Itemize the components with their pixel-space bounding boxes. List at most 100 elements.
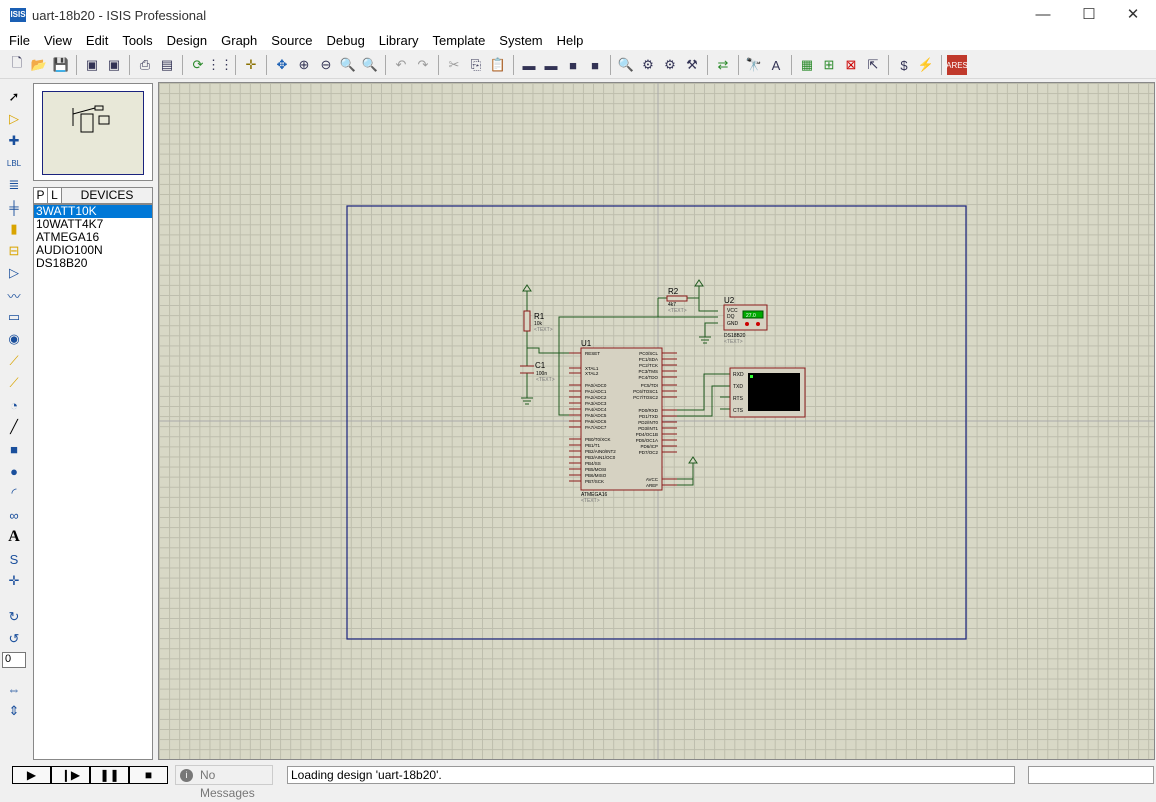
subcircuit-icon[interactable]: ▮ [2,218,26,240]
grid-toggle-icon[interactable]: ⋮⋮ [207,55,233,75]
path-icon[interactable]: ∞ [2,504,26,526]
import-section-icon[interactable]: ▣ [82,55,102,75]
menu-design[interactable]: Design [160,33,214,48]
new-sheet-icon[interactable]: ▦ [797,55,817,75]
text-icon[interactable]: A [2,526,26,548]
u1-pin-label: PA3/ADC3 [585,401,607,406]
u1-pin-label: PD3/INT1 [638,426,658,431]
minimize-button[interactable]: — [1020,0,1066,30]
wire-autorouter-icon[interactable]: ⇄ [713,55,733,75]
menu-tools[interactable]: Tools [115,33,159,48]
print-area-icon[interactable]: ▤ [157,55,177,75]
play-button[interactable]: ▶ [12,766,51,784]
u2-up-button[interactable] [756,322,760,326]
menu-graph[interactable]: Graph [214,33,264,48]
rotate-clockwise-icon[interactable]: ↻ [2,606,26,628]
zoom-in-icon[interactable]: ⊕ [294,55,314,75]
open-folder-icon[interactable]: 📂 [29,55,49,75]
block-rotate-icon[interactable]: ■ [563,55,583,75]
tape-recorder-icon[interactable]: ▭ [2,306,26,328]
block-copy-icon[interactable]: ▬ [519,55,539,75]
box-icon[interactable]: ■ [2,438,26,460]
menu-debug[interactable]: Debug [319,33,371,48]
menu-template[interactable]: Template [426,33,493,48]
rotate-anticlockwise-icon[interactable]: ↺ [2,628,26,650]
close-button[interactable]: ✕ [1110,0,1156,30]
decompose-icon[interactable]: ⚒ [682,55,702,75]
library-manager-button[interactable]: L [48,188,62,203]
junction-icon[interactable]: ✚ [2,130,26,152]
device-pins-icon[interactable]: ▷ [2,262,26,284]
stop-button[interactable]: ■ [129,766,168,784]
text-script-icon[interactable]: ≣ [2,174,26,196]
block-delete-icon[interactable]: ■ [585,55,605,75]
graph-icon[interactable]: 〰 [2,284,26,306]
search-tag-icon[interactable]: 🔭 [744,55,764,75]
bus-icon[interactable]: ╪ [2,196,26,218]
package-tool-icon[interactable]: ⚙ [660,55,680,75]
redo-icon[interactable]: ↷ [413,55,433,75]
undo-icon[interactable]: ↶ [391,55,411,75]
selection-mode-icon[interactable]: ➚ [2,86,26,108]
remove-sheet-icon[interactable]: ⊠ [841,55,861,75]
electrical-check-icon[interactable]: ⚡ [916,55,936,75]
line-icon[interactable]: ╱ [2,416,26,438]
terminals-icon[interactable]: ⊟ [2,240,26,262]
circle-icon[interactable]: ● [2,460,26,482]
export-section-icon[interactable]: ▣ [104,55,124,75]
c1-text: <TEXT> [536,377,555,383]
make-device-icon[interactable]: ⚙ [638,55,658,75]
voltage-probe-icon[interactable]: ⟋ [2,350,26,372]
step-button[interactable]: ❙▶ [51,766,90,784]
zoom-out-icon[interactable]: ⊖ [316,55,336,75]
messages-indicator[interactable]: i No Messages [175,765,273,800]
virtual-instruments-icon[interactable]: ◔ [2,394,26,416]
copy-icon[interactable]: ⎘ [466,55,486,75]
generator-icon[interactable]: ◉ [2,328,26,350]
u2-down-button[interactable] [745,322,749,326]
schematic-canvas[interactable]: R1 10k <TEXT> C1 100n <TEXT> R2 4k7 <TEX… [158,82,1155,760]
symbol-icon[interactable]: S [2,548,26,570]
origin-icon[interactable]: ✛ [241,55,261,75]
pan-icon[interactable]: ✥ [272,55,292,75]
menu-help[interactable]: Help [550,33,591,48]
mirror-vertical-icon[interactable]: ⇕ [2,700,26,722]
arc-icon[interactable]: ◜ [2,482,26,504]
add-sheet-icon[interactable]: ⊞ [819,55,839,75]
menu-file[interactable]: File [2,33,37,48]
ares-netlist-icon[interactable]: ARES [946,55,968,75]
menu-view[interactable]: View [37,33,79,48]
zoom-all-icon[interactable]: 🔍 [338,55,358,75]
property-assignment-icon[interactable]: A [766,55,786,75]
menu-source[interactable]: Source [264,33,319,48]
u1-text: <TEXT> [581,498,600,504]
block-move-icon[interactable]: ▬ [541,55,561,75]
overview-window[interactable] [33,83,153,181]
mirror-horizontal-icon[interactable]: ⇔ [2,678,26,700]
menu-system[interactable]: System [492,33,549,48]
mode-toolbar: ➚ ▷ ✚ LBL ≣ ╪ ▮ ⊟ ▷ 〰 ▭ ◉ ⟋ ⟋ ◔ ╱ ■ ● ◜ … [0,86,28,758]
print-icon[interactable]: ⎙ [135,55,155,75]
device-item[interactable]: DS18B20 [34,257,152,270]
wire-label-icon[interactable]: LBL [2,152,26,174]
pick-device-button[interactable]: P [34,188,48,203]
save-icon[interactable]: 💾 [51,55,71,75]
rotation-angle-input[interactable]: 0 [2,652,26,668]
goto-child-icon[interactable]: ⇱ [863,55,883,75]
pick-device-icon[interactable]: 🔍 [616,55,636,75]
paste-icon[interactable]: 📋 [488,55,508,75]
menu-edit[interactable]: Edit [79,33,115,48]
bill-of-materials-icon[interactable]: $ [894,55,914,75]
u2-pin: DQ [727,314,735,320]
refresh-icon[interactable]: ⟳ [188,55,208,75]
pause-button[interactable]: ❚❚ [90,766,129,784]
maximize-button[interactable]: ☐ [1066,0,1112,30]
component-mode-icon[interactable]: ▷ [2,108,26,130]
overview-sheet [42,91,144,175]
new-file-icon[interactable]: 🗋 [7,55,27,75]
zoom-area-icon[interactable]: 🔍 [360,55,380,75]
marker-icon[interactable]: ✛ [2,570,26,592]
cut-icon[interactable]: ✂ [444,55,464,75]
menu-library[interactable]: Library [372,33,426,48]
current-probe-icon[interactable]: ⟋ [2,372,26,394]
